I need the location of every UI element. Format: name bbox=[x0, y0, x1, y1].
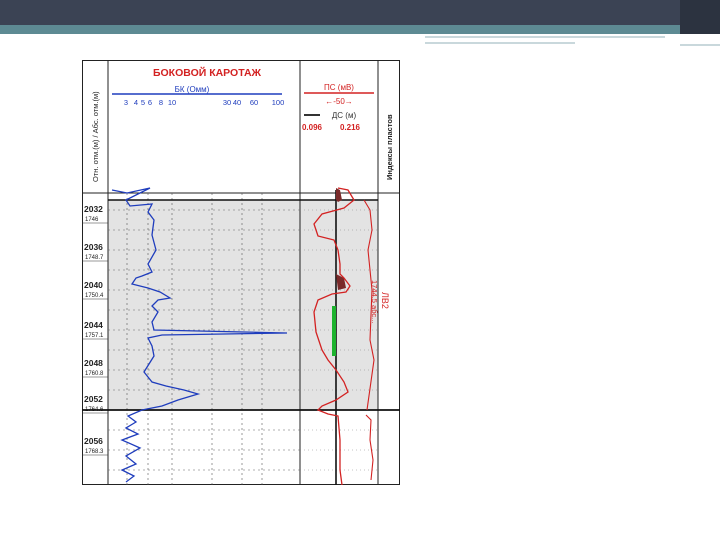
depth-abs-label: 1768.3 bbox=[85, 449, 104, 455]
ds-header: ДС (м) bbox=[332, 111, 357, 120]
bk-scale-label: 5 bbox=[141, 98, 145, 107]
bk-scale-label: 100 bbox=[272, 98, 285, 107]
slide-decor-line-1 bbox=[425, 36, 665, 38]
slide-decor-line-2 bbox=[425, 42, 575, 44]
well-log-figure: БОКОВОЙ КАРОТАЖ БК (Омм) 3 4 5 6 8 10 30 40 60 10… bbox=[82, 60, 400, 485]
well-log-svg: БОКОВОЙ КАРОТАЖ БК (Омм) 3 4 5 6 8 10 30 40 60 10… bbox=[82, 60, 400, 485]
bk-scale-label: 30 bbox=[223, 98, 231, 107]
bk-scale-label: 6 bbox=[148, 98, 152, 107]
depth-rel-label: 2032 bbox=[84, 204, 103, 214]
slide-corner-accent bbox=[680, 0, 720, 34]
depth-rel-label: 2044 bbox=[84, 320, 103, 330]
depth-rel-label: 2040 bbox=[84, 280, 103, 290]
slide-decor-line-3 bbox=[680, 44, 720, 46]
ps-header: ПС (мВ) bbox=[324, 83, 354, 92]
depth-abs-label: 1760.8 bbox=[85, 371, 104, 377]
bk-scale-label: 60 bbox=[250, 98, 258, 107]
depth-abs-label: 1746 bbox=[85, 217, 99, 223]
bk-scale-label: 10 bbox=[168, 98, 176, 107]
log-title: БОКОВОЙ КАРОТАЖ bbox=[153, 66, 262, 79]
slide-accent-band bbox=[0, 25, 720, 34]
bk-scale-label: 3 bbox=[124, 98, 128, 107]
ds-scale-max: 0.216 bbox=[340, 123, 361, 132]
ds-scale-min: 0.096 bbox=[302, 123, 323, 132]
bk-scale-label: 4 bbox=[134, 98, 138, 107]
slide-header-band bbox=[0, 0, 720, 25]
depth-rel-label: 2052 bbox=[84, 394, 103, 404]
depth-rel-label: 2036 bbox=[84, 242, 103, 252]
layer-index-header: Индексы пластов bbox=[385, 114, 394, 180]
depth-abs-label: 1748.7 bbox=[85, 255, 104, 261]
bk-header: БК (Омм) bbox=[175, 85, 210, 94]
ps-scale: ←-50→ bbox=[325, 97, 353, 106]
depth-rel-label: 2056 bbox=[84, 436, 103, 446]
layer-label: ЛВ2 bbox=[380, 292, 390, 309]
depth-header: Отн. отм.(м) / Абс. отм.(м) bbox=[91, 91, 100, 182]
depth-rel-label: 2048 bbox=[84, 358, 103, 368]
ds-green-fill bbox=[332, 306, 336, 356]
bk-scale-label: 40 bbox=[233, 98, 241, 107]
depth-abs-label: 1750.4 bbox=[85, 293, 104, 299]
bk-scale-label: 8 bbox=[159, 98, 163, 107]
depth-abs-label: 1757.1 bbox=[85, 333, 104, 339]
